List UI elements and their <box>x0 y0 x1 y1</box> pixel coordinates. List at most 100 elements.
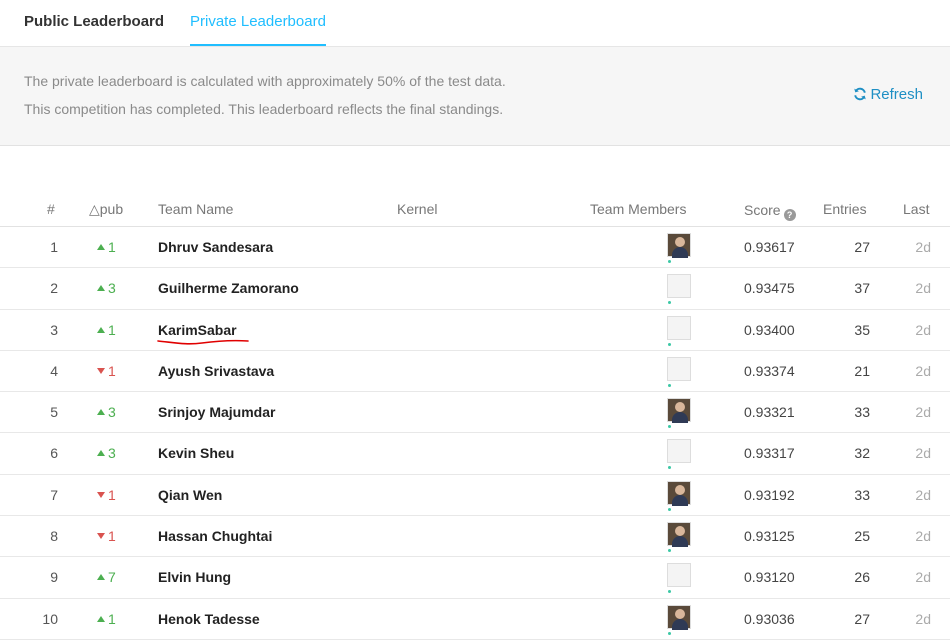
arrow-up-icon <box>97 244 105 250</box>
pub-delta-cell: 1 <box>97 611 116 627</box>
pub-delta-cell: 1 <box>97 322 116 338</box>
help-icon[interactable]: ? <box>783 209 796 221</box>
pub-delta-value: 7 <box>108 569 116 586</box>
pub-delta-value: 1 <box>108 321 116 338</box>
team-name-link[interactable]: Henok Tadesse <box>158 611 260 627</box>
status-dot-icon <box>668 260 671 263</box>
member-avatar[interactable] <box>667 315 691 346</box>
score-cell: 0.93475 <box>744 280 795 297</box>
table-row: 1 1 Dhruv Sandesara 0.93617 27 2d <box>0 227 950 269</box>
avatar <box>667 398 691 424</box>
col-header-pub-delta[interactable]: △pub <box>89 201 123 218</box>
arrow-up-icon <box>97 326 105 333</box>
pub-delta-cell: 1 <box>97 239 116 255</box>
status-dot-icon <box>668 590 671 594</box>
handwritten-underline-annotation <box>157 339 249 345</box>
leaderboard-tabs: Public Leaderboard Private Leaderboard <box>0 0 950 47</box>
rank-cell: 10 <box>42 610 58 627</box>
tab-private-leaderboard[interactable]: Private Leaderboard <box>190 0 326 46</box>
col-header-rank[interactable]: # <box>47 201 55 217</box>
score-cell: 0.93617 <box>744 239 795 255</box>
member-avatar[interactable] <box>667 604 691 635</box>
info-text-private-calc: The private leaderboard is calculated wi… <box>24 73 506 89</box>
team-name-link[interactable]: Qian Wen <box>158 487 222 503</box>
refresh-icon <box>854 87 867 101</box>
member-avatar[interactable] <box>667 356 691 387</box>
status-dot-icon <box>668 549 671 553</box>
member-avatar[interactable] <box>667 480 691 511</box>
pub-delta-cell: 3 <box>97 280 116 296</box>
last-cell: 2d <box>915 610 931 627</box>
status-dot-icon <box>668 507 671 511</box>
score-cell: 0.93125 <box>744 528 795 545</box>
rank-cell: 3 <box>50 321 58 338</box>
tab-public-leaderboard[interactable]: Public Leaderboard <box>24 0 164 44</box>
team-name-link[interactable]: Guilherme Zamorano <box>158 280 299 296</box>
entries-cell: 21 <box>854 362 870 379</box>
pub-delta-cell: 7 <box>97 569 116 585</box>
score-cell: 0.93321 <box>744 404 795 421</box>
team-name-link[interactable]: Elvin Hung <box>158 569 231 585</box>
col-header-score[interactable]: Score? <box>744 202 796 221</box>
team-name-link[interactable]: Ayush Srivastava <box>158 363 274 379</box>
last-cell: 2d <box>915 445 931 462</box>
table-row: 3 1 KarimSabar 0.93400 35 2d <box>0 310 950 351</box>
avatar <box>667 522 691 548</box>
entries-cell: 25 <box>854 528 870 545</box>
table-row: 5 3 Srinjoy Majumdar 0.93321 33 2d <box>0 392 950 434</box>
last-cell: 2d <box>915 362 931 379</box>
rank-cell: 7 <box>50 486 58 503</box>
refresh-button[interactable]: Refresh <box>853 86 923 103</box>
col-header-entries[interactable]: Entries <box>823 201 867 217</box>
table-row: 6 3 Kevin Sheu 0.93317 32 2d <box>0 433 950 475</box>
pub-delta-cell: 3 <box>97 445 116 461</box>
arrow-up-icon <box>97 615 105 622</box>
status-dot-icon <box>668 383 671 387</box>
avatar <box>667 356 691 381</box>
rank-cell: 1 <box>50 239 58 255</box>
arrow-up-icon <box>97 409 105 416</box>
leaderboard-info-panel: The private leaderboard is calculated wi… <box>0 47 950 146</box>
score-cell: 0.93400 <box>744 321 795 338</box>
pub-delta-value: 3 <box>108 404 116 421</box>
pub-delta-cell: 1 <box>97 528 116 544</box>
table-row: 4 1 Ayush Srivastava 0.93374 21 2d <box>0 351 950 393</box>
col-header-last[interactable]: Last <box>903 201 929 217</box>
rank-cell: 2 <box>50 280 58 297</box>
pub-delta-cell: 1 <box>97 487 116 503</box>
status-dot-icon <box>668 342 671 346</box>
team-name-link[interactable]: Srinjoy Majumdar <box>158 404 275 420</box>
avatar <box>667 274 691 299</box>
leaderboard-rows: 1 1 Dhruv Sandesara 0.93617 27 2d 2 3 Gu… <box>0 227 950 640</box>
status-dot-icon <box>668 301 671 305</box>
team-name-link[interactable]: Dhruv Sandesara <box>158 239 273 255</box>
member-avatar[interactable] <box>667 563 691 594</box>
arrow-up-icon <box>97 285 105 292</box>
team-name-link[interactable]: Hassan Chughtai <box>158 528 272 544</box>
pub-delta-value: 3 <box>108 445 116 462</box>
info-text-completed: This competition has completed. This lea… <box>24 101 504 117</box>
score-cell: 0.93317 <box>744 445 795 462</box>
team-name-link[interactable]: KarimSabar <box>158 322 237 338</box>
last-cell: 2d <box>915 404 931 421</box>
pub-delta-value: 3 <box>108 280 116 297</box>
member-avatar[interactable] <box>667 398 691 429</box>
member-avatar[interactable] <box>667 233 691 263</box>
last-cell: 2d <box>915 528 931 545</box>
last-cell: 2d <box>915 569 931 586</box>
member-avatar[interactable] <box>667 274 691 305</box>
table-row: 9 7 Elvin Hung 0.93120 26 2d <box>0 557 950 599</box>
member-avatar[interactable] <box>667 522 691 553</box>
status-dot-icon <box>668 466 671 470</box>
status-dot-icon <box>668 631 671 635</box>
member-avatar[interactable] <box>667 439 691 470</box>
col-header-kernel: Kernel <box>397 201 438 217</box>
col-header-team-name[interactable]: Team Name <box>158 201 233 217</box>
team-name-link[interactable]: Kevin Sheu <box>158 445 234 461</box>
score-cell: 0.93120 <box>744 569 795 586</box>
entries-cell: 33 <box>854 404 870 421</box>
table-row: 10 1 Henok Tadesse 0.93036 27 2d <box>0 599 950 640</box>
pub-delta-value: 1 <box>108 486 116 503</box>
entries-cell: 35 <box>854 321 870 338</box>
arrow-down-icon <box>97 367 105 374</box>
